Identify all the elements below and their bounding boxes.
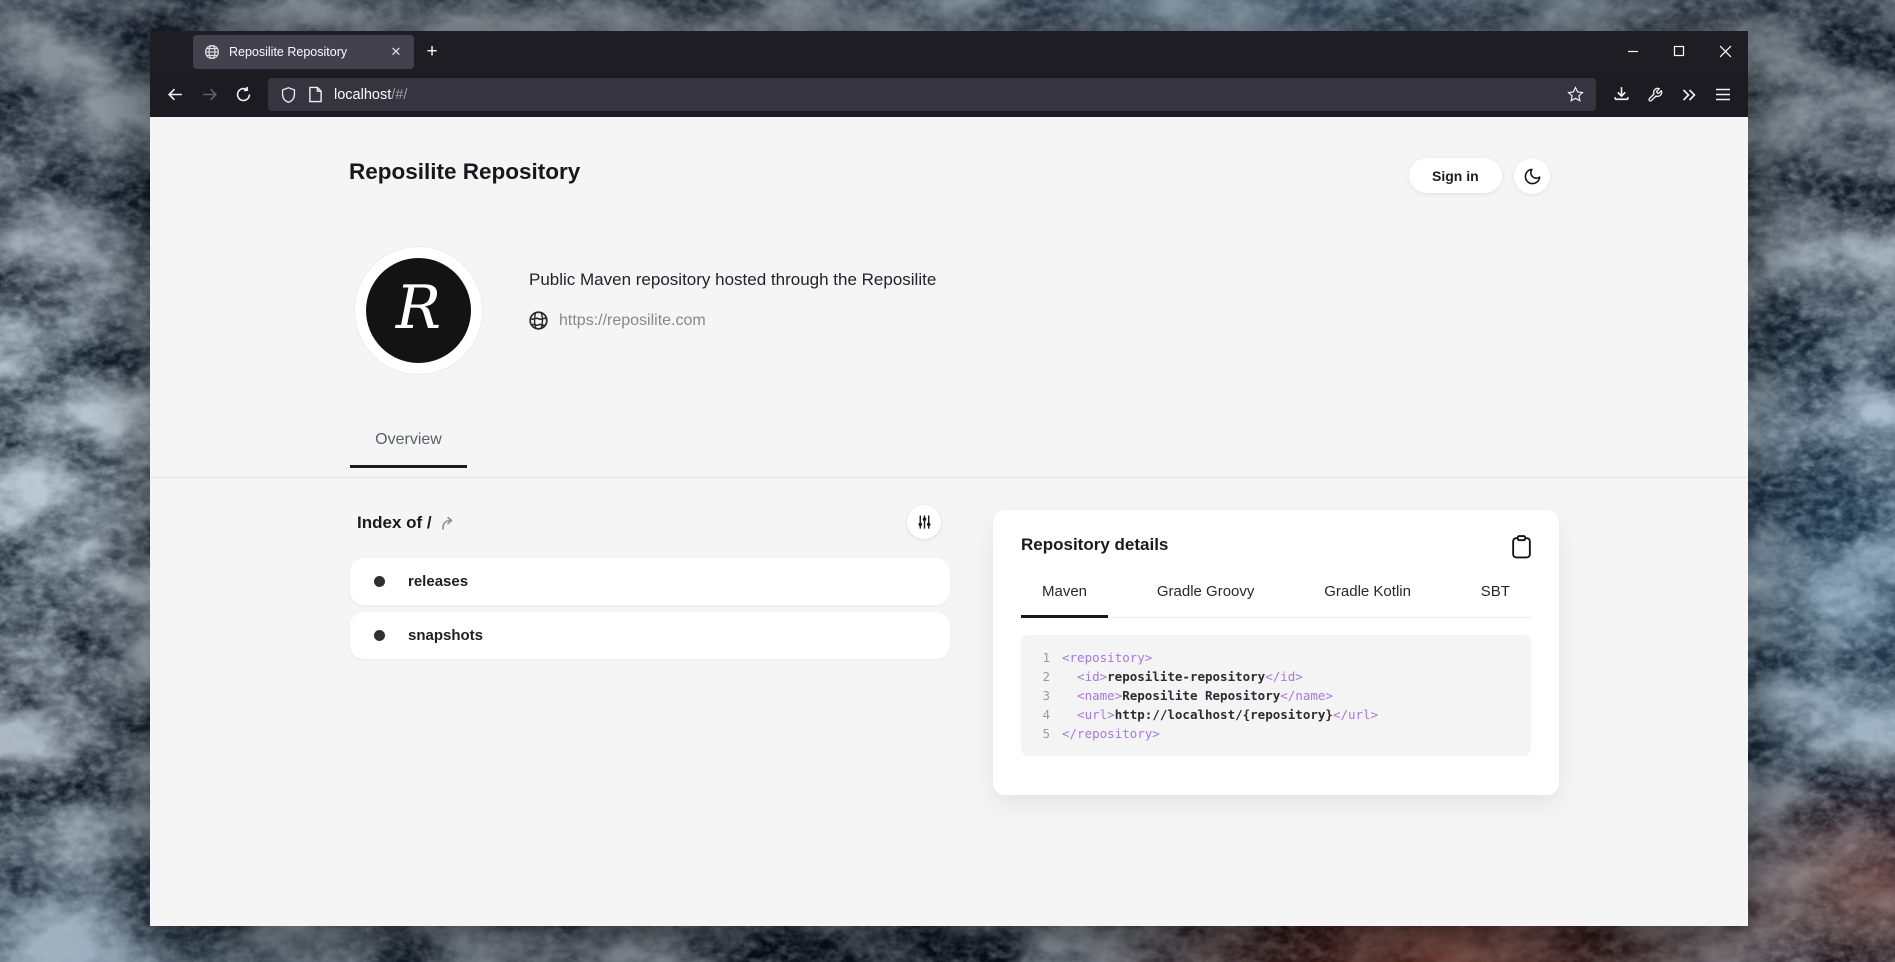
tab-gradle-kotlin[interactable]: Gradle Kotlin (1303, 573, 1432, 617)
filter-button[interactable] (907, 505, 941, 539)
index-heading-row: Index of / (357, 513, 455, 533)
line-number: 1 (1030, 648, 1050, 667)
code-line: 1 <repository> (1030, 648, 1519, 667)
downloads-icon[interactable] (1604, 78, 1638, 112)
code-token: <name> (1062, 686, 1122, 705)
tab-sbt[interactable]: SBT (1460, 573, 1531, 617)
maximize-button[interactable] (1656, 31, 1702, 71)
clipboard-copy-icon[interactable] (1511, 535, 1532, 559)
section-divider (150, 477, 1748, 478)
overflow-chevrons-icon[interactable] (1672, 78, 1706, 112)
code-token: reposilite-repository (1107, 667, 1265, 686)
sliders-icon (917, 514, 932, 530)
line-number: 5 (1030, 724, 1050, 743)
website-row: https://reposilite.com (528, 310, 706, 331)
browser-nav-bar: localhost/#/ (150, 72, 1748, 117)
url-host: localhost (334, 87, 391, 103)
code-token: </id> (1265, 667, 1303, 686)
globe-icon (528, 310, 549, 331)
browser-window: Reposilite Repository ✕ + (150, 31, 1748, 926)
avatar-letter: R (366, 258, 471, 363)
moon-icon (1523, 167, 1542, 186)
browser-tab-bar: Reposilite Repository ✕ + (150, 31, 1748, 72)
sign-in-button[interactable]: Sign in (1409, 158, 1502, 193)
close-window-button[interactable] (1702, 31, 1748, 71)
repository-description: Public Maven repository hosted through t… (529, 270, 936, 290)
code-line: 5 </repository> (1030, 724, 1519, 743)
card-title: Repository details (1021, 535, 1168, 555)
repository-avatar: R (354, 246, 483, 375)
code-line: 2 <id>reposilite-repository</id> (1030, 667, 1519, 686)
line-number: 3 (1030, 686, 1050, 705)
repository-bullet-icon (374, 630, 385, 641)
hamburger-menu-icon[interactable] (1706, 78, 1740, 112)
entry-label: snapshots (408, 627, 483, 644)
bookmark-star-icon[interactable] (1567, 86, 1584, 103)
reload-button[interactable] (226, 78, 260, 112)
code-token: Reposilite Repository (1122, 686, 1280, 705)
tab-gradle-groovy[interactable]: Gradle Groovy (1136, 573, 1276, 617)
code-line: 4 <url>http://localhost/{repository}</ur… (1030, 705, 1519, 724)
up-directory-arrow-icon[interactable] (441, 517, 455, 530)
new-tab-button[interactable]: + (414, 35, 450, 69)
page-info-icon[interactable] (308, 86, 323, 103)
tab-maven[interactable]: Maven (1021, 573, 1108, 618)
forward-button[interactable] (192, 78, 226, 112)
back-button[interactable] (158, 78, 192, 112)
page-title: Reposilite Repository (349, 159, 580, 185)
dark-mode-toggle[interactable] (1514, 158, 1550, 194)
shield-icon[interactable] (280, 86, 297, 104)
line-number: 2 (1030, 667, 1050, 686)
code-token: <id> (1062, 667, 1107, 686)
page-content: Reposilite Repository Sign in R Public M… (150, 117, 1748, 926)
window-controls (1610, 31, 1748, 71)
code-token: </repository> (1062, 724, 1160, 743)
code-token: <repository> (1062, 648, 1152, 667)
website-link[interactable]: https://reposilite.com (559, 312, 706, 330)
code-token: <url> (1062, 705, 1115, 724)
list-item-releases[interactable]: releases (350, 558, 950, 605)
minimize-button[interactable] (1610, 31, 1656, 71)
tab-close-icon[interactable]: ✕ (386, 42, 406, 62)
code-token: </url> (1333, 705, 1378, 724)
address-bar[interactable]: localhost/#/ (268, 78, 1596, 111)
card-header: Repository details (993, 510, 1559, 559)
code-token: http://localhost/{repository} (1115, 705, 1333, 724)
wrench-tools-icon[interactable] (1638, 78, 1672, 112)
repository-bullet-icon (374, 576, 385, 587)
code-snippet[interactable]: 1 <repository> 2 <id>reposilite-reposito… (1021, 635, 1531, 756)
tab-overview[interactable]: Overview (350, 431, 467, 468)
browser-tab[interactable]: Reposilite Repository ✕ (193, 35, 414, 69)
globe-favicon-icon (204, 44, 220, 60)
index-heading: Index of / (357, 513, 432, 533)
build-tool-tabs: Maven Gradle Groovy Gradle Kotlin SBT (1021, 573, 1531, 618)
tab-title: Reposilite Repository (229, 45, 377, 59)
url-text: localhost/#/ (334, 87, 407, 103)
entry-label: releases (408, 573, 468, 590)
code-line: 3 <name>Reposilite Repository</name> (1030, 686, 1519, 705)
code-token: </name> (1280, 686, 1333, 705)
url-path: /#/ (391, 87, 407, 103)
list-item-snapshots[interactable]: snapshots (350, 612, 950, 659)
line-number: 4 (1030, 705, 1050, 724)
repository-details-card: Repository details Maven Gradle Groovy G… (993, 510, 1559, 795)
